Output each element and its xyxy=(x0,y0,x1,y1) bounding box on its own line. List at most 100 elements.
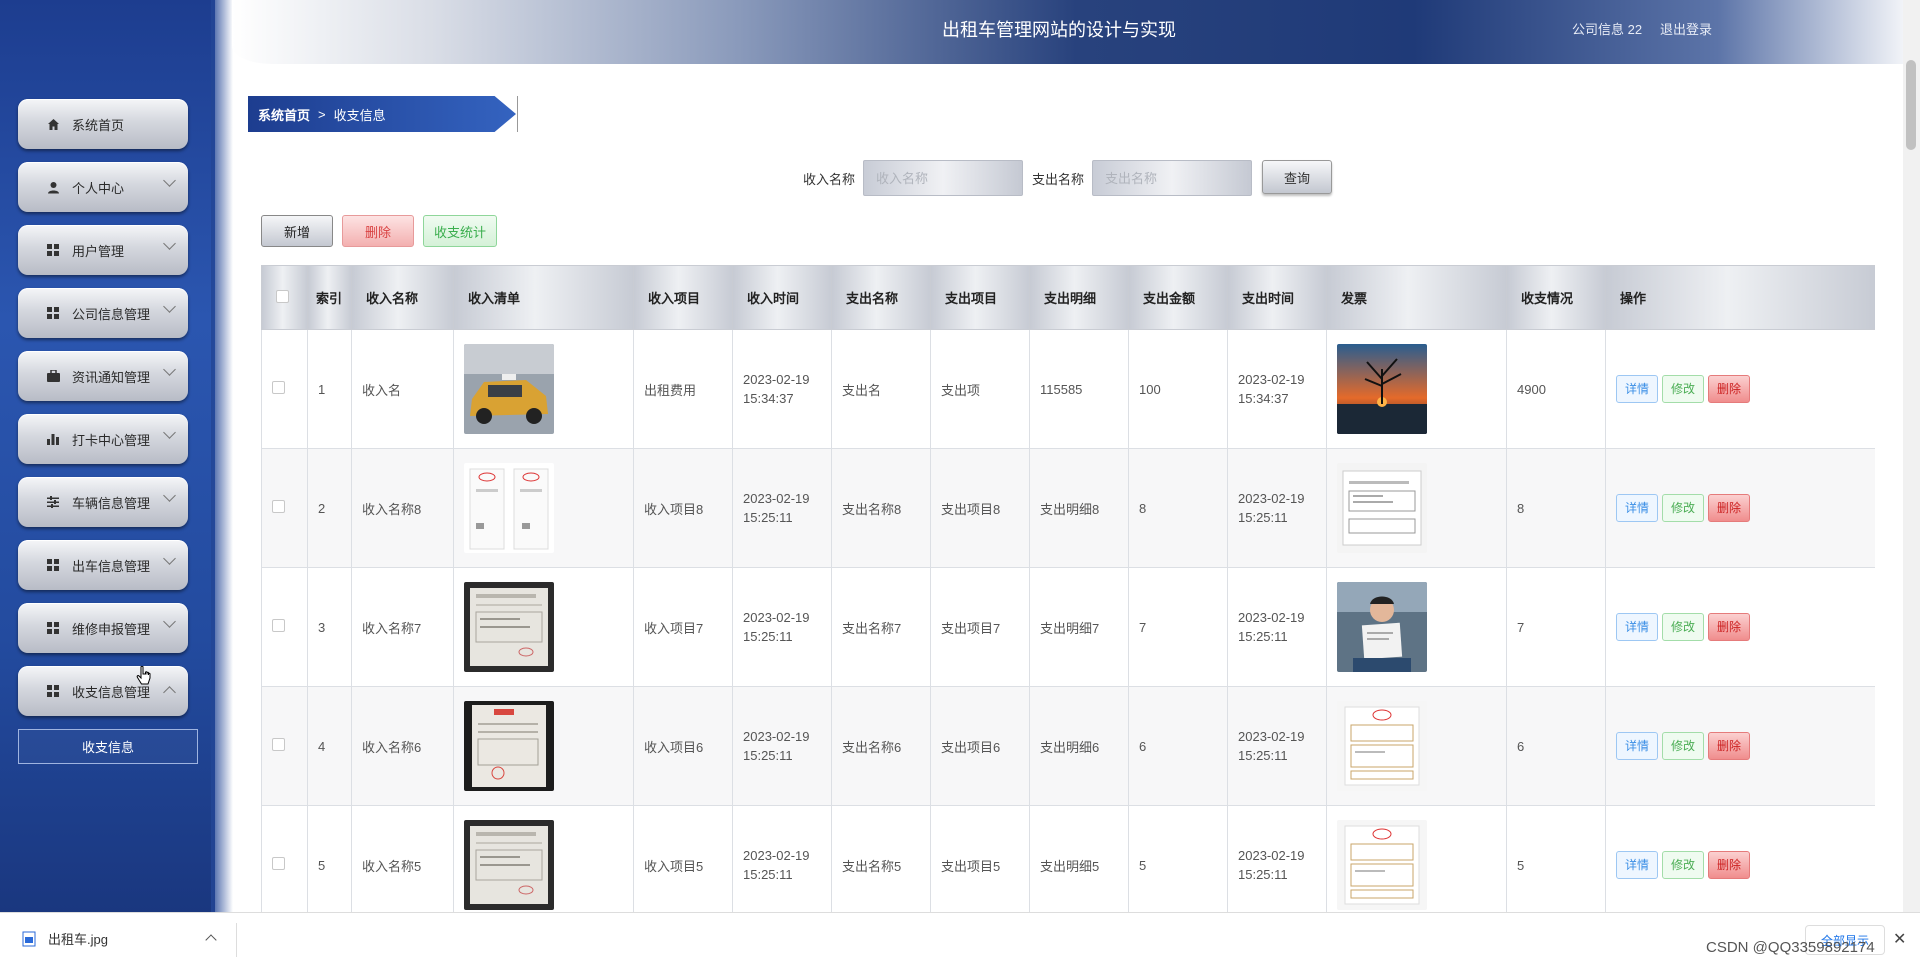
sidebar-item-personal-center[interactable]: 个人中心 xyxy=(18,162,188,212)
invoice-image[interactable] xyxy=(1337,344,1506,434)
cell-index: 3 xyxy=(307,567,352,687)
income-list-image[interactable] xyxy=(464,582,633,672)
app-title: 出租车管理网站的设计与实现 xyxy=(942,20,1176,40)
home-icon xyxy=(46,117,60,131)
cell-income-name: 收入名称6 xyxy=(351,686,454,806)
expense-date: 2023-02-19 xyxy=(1238,729,1305,744)
sidebar-item-label: 维修申报管理 xyxy=(72,621,151,637)
cell-expense-time: 2023-02-19 15:34:37 xyxy=(1227,329,1327,449)
add-button[interactable]: 新增 xyxy=(261,215,333,247)
cell-expense-item: 支出项 xyxy=(930,329,1030,449)
detail-button[interactable]: 详情 xyxy=(1616,732,1659,760)
chevron-down-icon xyxy=(163,426,176,439)
income-list-image[interactable] xyxy=(464,820,633,910)
sidebar-item-user-management[interactable]: 用户管理 xyxy=(18,225,188,275)
row-select-cell[interactable] xyxy=(261,686,308,806)
scrollbar-thumb[interactable] xyxy=(1906,60,1916,150)
detail-button[interactable]: 详情 xyxy=(1616,851,1659,879)
row-checkbox[interactable] xyxy=(272,619,285,632)
delete-button[interactable]: 删除 xyxy=(1708,613,1751,641)
delete-button[interactable]: 删除 xyxy=(1708,851,1751,879)
current-user-label: 公司信息 22 xyxy=(1572,22,1643,37)
chevron-up-icon[interactable] xyxy=(205,934,217,946)
cell-expense-detail: 支出明细5 xyxy=(1029,805,1129,912)
invoice-image[interactable] xyxy=(1337,463,1506,553)
cell-income-list xyxy=(453,805,634,912)
detail-button[interactable]: 详情 xyxy=(1616,375,1659,403)
cell-operations: 详情 修改 删除 xyxy=(1605,567,1875,687)
cell-income-item: 出租费用 xyxy=(633,329,733,449)
invoice-image[interactable] xyxy=(1337,820,1506,910)
sidebar-item-dispatch[interactable]: 出车信息管理 xyxy=(18,540,188,590)
sidebar-item-home[interactable]: 系统首页 xyxy=(18,99,188,149)
sidebar-item-label: 个人中心 xyxy=(72,180,125,196)
row-select-cell[interactable] xyxy=(261,567,308,687)
edit-button[interactable]: 修改 xyxy=(1662,732,1705,760)
cell-expense-name: 支出名称6 xyxy=(831,686,931,806)
grid-icon xyxy=(46,684,60,698)
row-checkbox[interactable] xyxy=(272,738,285,751)
cell-balance: 4900 xyxy=(1506,329,1606,449)
select-all-header[interactable] xyxy=(261,265,308,330)
sidebar-item-label: 系统首页 xyxy=(72,117,125,133)
sidebar-item-label: 车辆信息管理 xyxy=(72,495,151,511)
close-icon[interactable]: ✕ xyxy=(1893,929,1906,949)
invoice-image[interactable] xyxy=(1337,701,1506,791)
sidebar-item-vehicle[interactable]: 车辆信息管理 xyxy=(18,477,188,527)
row-checkbox[interactable] xyxy=(272,381,285,394)
sidebar-item-attendance[interactable]: 打卡中心管理 xyxy=(18,414,188,464)
row-checkbox[interactable] xyxy=(272,500,285,513)
select-all-checkbox[interactable] xyxy=(276,289,289,303)
cell-invoice xyxy=(1326,686,1507,806)
cell-expense-item: 支出项目8 xyxy=(930,448,1030,568)
logout-link[interactable]: 退出登录 xyxy=(1660,19,1712,38)
edit-button[interactable]: 修改 xyxy=(1662,375,1705,403)
finance-table: 索引 收入名称 收入清单 收入项目 收入时间 支出名称 支出项目 支出明细 支出… xyxy=(261,265,1875,912)
delete-button[interactable]: 删除 xyxy=(1708,732,1751,760)
cell-expense-time: 2023-02-19 15:25:11 xyxy=(1227,805,1327,912)
edit-button[interactable]: 修改 xyxy=(1662,494,1705,522)
row-select-cell[interactable] xyxy=(261,448,308,568)
column-header: 收入时间 xyxy=(732,265,832,330)
finance-stats-button[interactable]: 收支统计 xyxy=(423,215,497,247)
cell-expense-name: 支出名 xyxy=(831,329,931,449)
sidebar-item-finance[interactable]: 收支信息管理 xyxy=(18,666,188,716)
download-item[interactable]: 出租车.jpg xyxy=(22,929,108,948)
cell-balance: 8 xyxy=(1506,448,1606,568)
expense-name-input[interactable] xyxy=(1092,160,1252,196)
expense-date: 2023-02-19 xyxy=(1238,491,1305,506)
edit-button[interactable]: 修改 xyxy=(1662,851,1705,879)
detail-button[interactable]: 详情 xyxy=(1616,613,1659,641)
breadcrumb-home[interactable]: 系统首页 xyxy=(258,105,310,124)
sidebar-subitem-finance-info[interactable]: 收支信息 xyxy=(18,729,198,764)
column-header: 支出明细 xyxy=(1029,265,1129,330)
sidebar-item-news[interactable]: 资讯通知管理 xyxy=(18,351,188,401)
sidebar-item-repair[interactable]: 维修申报管理 xyxy=(18,603,188,653)
row-select-cell[interactable] xyxy=(261,329,308,449)
cell-expense-amount: 100 xyxy=(1128,329,1228,449)
batch-delete-button[interactable]: 删除 xyxy=(342,215,414,247)
cell-balance: 6 xyxy=(1506,686,1606,806)
cell-income-name: 收入名称7 xyxy=(351,567,454,687)
income-list-image[interactable] xyxy=(464,344,633,434)
chevron-down-icon xyxy=(163,237,176,250)
income-name-input[interactable] xyxy=(863,160,1023,196)
income-list-image[interactable] xyxy=(464,463,633,553)
chevron-down-icon xyxy=(163,552,176,565)
column-header: 收支情况 xyxy=(1506,265,1606,330)
query-button[interactable]: 查询 xyxy=(1262,160,1332,194)
cell-operations: 详情 修改 删除 xyxy=(1605,686,1875,806)
income-list-image[interactable] xyxy=(464,701,633,791)
breadcrumb-current: 收支信息 xyxy=(333,107,386,123)
row-checkbox[interactable] xyxy=(272,857,285,870)
invoice-image[interactable] xyxy=(1337,582,1506,672)
delete-button[interactable]: 删除 xyxy=(1708,494,1751,522)
edit-button[interactable]: 修改 xyxy=(1662,613,1705,641)
expense-time: 15:34:37 xyxy=(1238,391,1289,406)
column-header: 支出项目 xyxy=(930,265,1030,330)
row-select-cell[interactable] xyxy=(261,805,308,912)
sidebar-item-company-info[interactable]: 公司信息管理 xyxy=(18,288,188,338)
delete-button[interactable]: 删除 xyxy=(1708,375,1751,403)
detail-button[interactable]: 详情 xyxy=(1616,494,1659,522)
cell-expense-amount: 6 xyxy=(1128,686,1228,806)
